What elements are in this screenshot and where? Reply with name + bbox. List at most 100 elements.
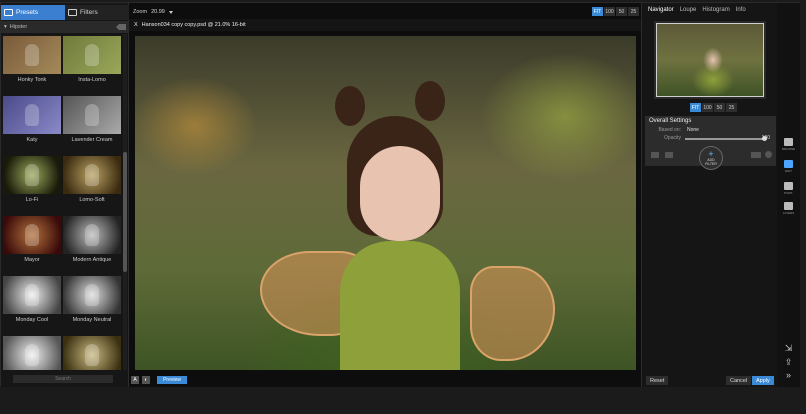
card-icon[interactable] [751,152,761,158]
gear-icon[interactable] [765,151,772,158]
tab-loupe[interactable]: Loupe [680,7,697,18]
add-filter-button[interactable]: + ADD FILTER [699,146,723,170]
category-label: Hipster [9,24,28,30]
cancel-button[interactable]: Cancel [726,376,752,385]
preset-name: Lavender Cream [71,137,113,143]
preset-name: Modern Antique [72,257,112,263]
module-browse[interactable]: BROWSE [779,135,798,153]
navigator-thumbnail[interactable] [654,21,766,99]
based-on-value[interactable]: None [687,127,699,133]
module-label: PORT. [784,190,793,195]
nav-zoom-50-button[interactable]: 50 [714,103,725,112]
module-edit[interactable]: EDIT [779,157,798,175]
photo-face [360,146,440,241]
mask-icon[interactable] [651,152,659,158]
apply-button[interactable]: Apply [752,376,774,385]
preset-search-input[interactable] [13,375,113,383]
zoom-buttons: FIT 100 50 25 [592,7,639,16]
tab-navigator[interactable]: Navigator [648,7,674,18]
zoom-fit-button[interactable]: FIT [592,7,603,16]
portrait-icon [784,181,793,190]
overall-settings-title: Overall Settings [649,118,692,124]
export-icon[interactable]: ⇲ [783,343,794,353]
preset-item[interactable]: Honky Tonk [3,36,61,86]
preset-thumbnail [63,336,121,370]
close-icon[interactable]: X [134,22,138,28]
preset-name: Honky Tonk [17,77,47,83]
tab-histogram[interactable]: Histogram [702,7,729,18]
module-layers[interactable]: LAYERS [779,199,798,217]
photo-canvas[interactable] [135,36,636,370]
text-tool-icon[interactable]: A [131,376,139,384]
photo-hair-bun [415,81,445,121]
canvas-area: Zoom 20.99 FIT 100 50 25 X Hanson034 cop… [129,3,641,387]
preset-item[interactable]: Insta-Lomo [63,36,121,86]
browse-icon [784,137,793,146]
scrollbar-thumb[interactable] [123,152,127,272]
photo-dress [340,241,460,370]
preset-name: Lo-Fi [25,197,39,203]
chevron-down-icon[interactable] [168,10,173,14]
back-icon[interactable] [116,24,126,30]
right-panel: Navigator Loupe Histogram Info FIT 100 5… [641,3,777,387]
preset-thumbnail [63,156,121,194]
zoom-50-button[interactable]: 50 [616,7,627,16]
trash-icon[interactable] [665,152,673,158]
preset-name: Monday Cool [15,317,49,323]
preset-name: Lomo-Soft [79,197,105,203]
preset-item[interactable]: Monday Cool [3,276,61,326]
preset-thumbnail [63,96,121,134]
share-icon[interactable]: ⇪ [783,357,794,367]
nav-zoom-100-button[interactable]: 100 [702,103,713,112]
navigator-viewport[interactable] [656,23,764,97]
right-bottom-bar: Reset Cancel Apply [642,376,778,386]
tab-filters-label: Filters [80,9,98,16]
tab-filters[interactable]: Filters [65,5,129,20]
preset-item[interactable] [3,336,61,370]
tab-presets[interactable]: Presets [1,5,65,20]
opacity-slider[interactable] [685,136,767,141]
module-label: EDIT [785,168,792,173]
zoom-100-button[interactable]: 100 [604,7,615,16]
zoom-bar: Zoom 20.99 FIT 100 50 25 [129,5,641,19]
nav-zoom-fit-button[interactable]: FIT [690,103,701,112]
right-tabs: Navigator Loupe Histogram Info [642,7,746,18]
app-window: Presets Filters ▾ Hipster Honky Tonk Ins… [0,2,800,387]
preset-item[interactable]: Lomo-Soft [63,156,121,206]
reset-button[interactable]: Reset [646,376,669,385]
category-bar[interactable]: ▾ Hipster [1,21,129,33]
photo-wing-right [470,266,555,361]
preset-thumbnail [3,156,61,194]
preset-item[interactable]: Modern Antique [63,216,121,266]
preset-grid: Honky Tonk Insta-Lomo Katy Lavender Crea… [1,34,123,370]
preset-item[interactable] [63,336,121,370]
opacity-slider-knob[interactable] [762,136,767,141]
zoom-25-button[interactable]: 25 [628,7,639,16]
preset-name: Insta-Lomo [78,77,106,83]
preview-button[interactable]: Preview [157,376,187,384]
preset-item[interactable]: Mayor [3,216,61,266]
left-tabs: Presets Filters [1,5,129,20]
preset-thumbnail [63,36,121,74]
filters-icon [68,9,77,16]
preset-thumbnail [3,276,61,314]
preset-item[interactable]: Monday Neutral [63,276,121,326]
preset-scrollbar[interactable] [123,34,127,370]
preset-name: Katy [26,137,38,143]
module-portrait[interactable]: PORT. [779,179,798,197]
zoom-value[interactable]: 20.99 [151,9,165,15]
nav-zoom-25-button[interactable]: 25 [726,103,737,112]
module-label: BROWSE [781,146,796,151]
chevron-right-icon[interactable]: » [783,370,794,380]
plus-icon: + [708,149,714,159]
tab-info[interactable]: Info [736,7,746,18]
preset-item[interactable]: Lo-Fi [3,156,61,206]
tab-presets-label: Presets [16,9,39,16]
preset-thumbnail [3,336,61,370]
preset-item[interactable]: Lavender Cream [63,96,121,146]
compare-icon[interactable]: ◐ [142,376,150,384]
based-on-row: Based on: None [645,126,776,134]
preset-item[interactable]: Katy [3,96,61,146]
preset-name: Mayor [24,257,40,263]
document-tab[interactable]: X Hanson034 copy copy.psd @ 21.0% 16-bit [129,19,641,31]
